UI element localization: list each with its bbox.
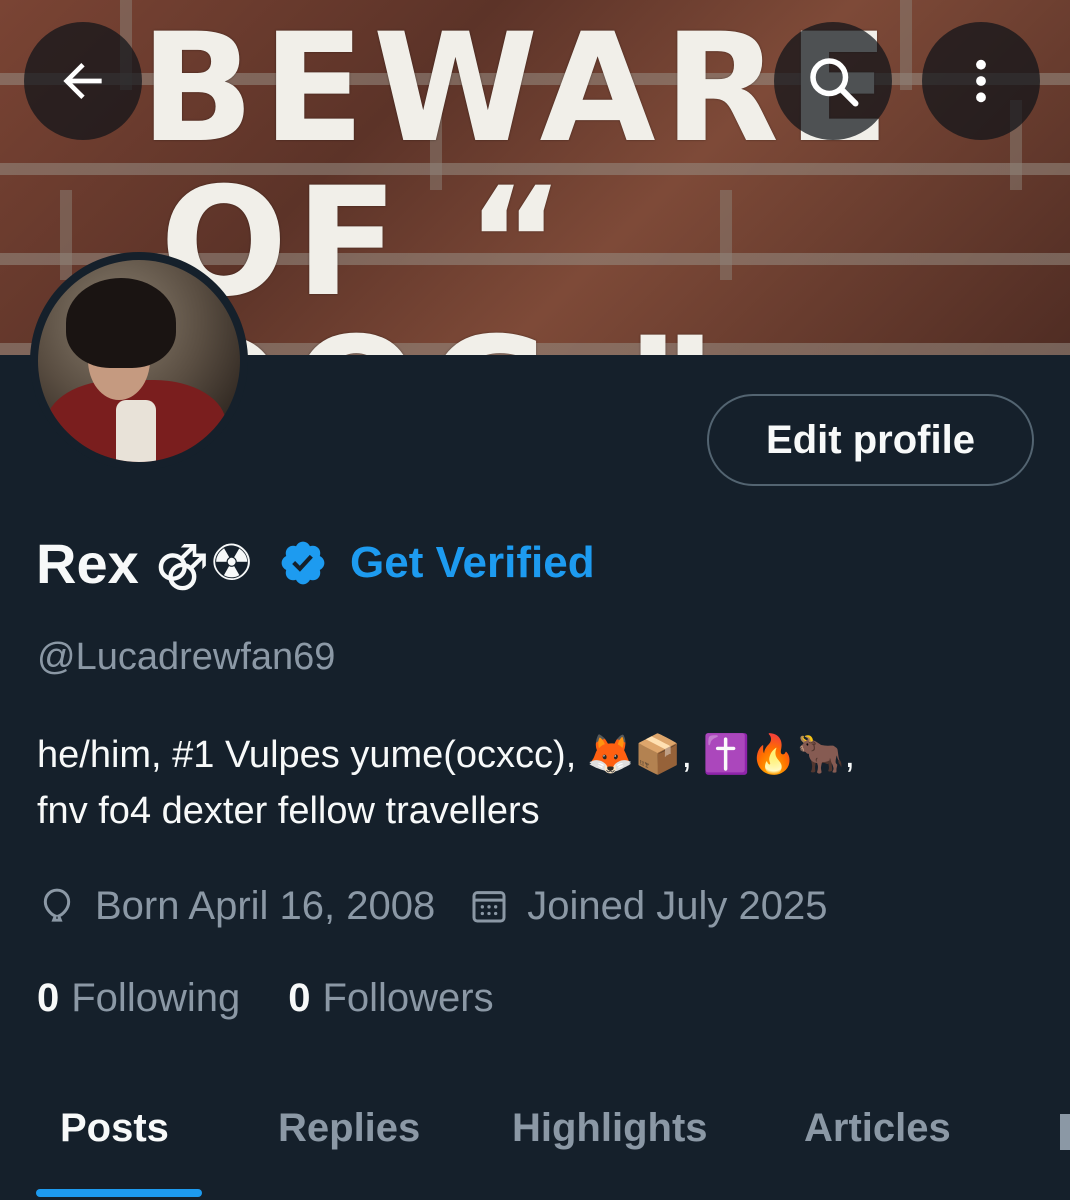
- follow-stats: 0 Following 0 Followers: [37, 970, 494, 1026]
- banner-line-2: OF “ DOG ”: [160, 156, 718, 355]
- profile-meta-row: Born April 16, 2008 Joined July 2025: [37, 878, 827, 934]
- joined-date: Joined July 2025: [527, 883, 828, 928]
- followers-count: 0: [288, 975, 311, 1020]
- name-symbols: ⚣☢: [154, 534, 255, 592]
- avatar[interactable]: [30, 252, 248, 470]
- profile-tabs: Posts Replies Highlights Articles: [0, 1080, 1070, 1200]
- tab-highlights[interactable]: Highlights: [512, 1106, 708, 1151]
- bio-text-2: fnv fo4 dexter fellow travellers: [37, 790, 540, 832]
- following-link[interactable]: 0 Following: [37, 976, 240, 1021]
- bio-text-1: he/him, #1 Vulpes yume(ocxcc),: [37, 734, 587, 776]
- tab-overflow-edge[interactable]: [1060, 1114, 1070, 1150]
- tab-posts[interactable]: Posts: [60, 1106, 169, 1151]
- followers-link[interactable]: 0 Followers: [288, 976, 493, 1021]
- tab-articles[interactable]: Articles: [804, 1106, 951, 1151]
- more-vertical-icon: [976, 59, 986, 103]
- following-label: Following: [71, 975, 241, 1020]
- tab-replies[interactable]: Replies: [278, 1106, 420, 1151]
- user-handle: @Lucadrewfan69: [37, 636, 336, 678]
- search-icon: [810, 58, 859, 107]
- bio-separator-1: ,: [681, 734, 703, 776]
- balloon-icon: [43, 888, 71, 922]
- calendar-icon: [472, 891, 506, 923]
- active-tab-indicator: [36, 1189, 202, 1197]
- bio-emoji-cross-fire-ox: ✝️🔥🐂: [702, 732, 845, 776]
- followers-label: Followers: [322, 975, 494, 1020]
- bio-emoji-fox-box: 🦊📦: [586, 732, 682, 776]
- avatar-image: [38, 260, 240, 462]
- birthday-item: Born April 16, 2008: [37, 884, 435, 929]
- back-button[interactable]: [24, 22, 142, 140]
- following-count: 0: [37, 975, 60, 1020]
- more-options-button[interactable]: [922, 22, 1040, 140]
- profile-name-row: Rex ⚣☢ Get Verified: [36, 528, 595, 598]
- arrow-left-icon: [63, 63, 102, 99]
- get-verified-link[interactable]: Get Verified: [350, 538, 595, 588]
- verified-badge-icon: [281, 541, 325, 585]
- edit-profile-button[interactable]: Edit profile: [707, 394, 1034, 486]
- profile-bio: he/him, #1 Vulpes yume(ocxcc), 🦊📦, ✝️🔥🐂,…: [37, 726, 1037, 839]
- search-button[interactable]: [774, 22, 892, 140]
- birth-date: Born April 16, 2008: [95, 883, 436, 928]
- joined-item: Joined July 2025: [469, 884, 827, 929]
- display-name: Rex: [36, 531, 139, 595]
- bio-separator-2: ,: [844, 734, 856, 776]
